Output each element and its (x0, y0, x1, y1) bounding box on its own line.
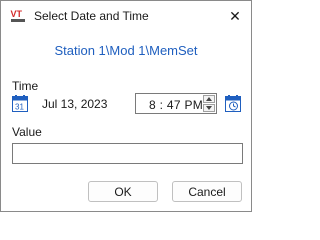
calendar-clock-icon[interactable] (225, 95, 241, 112)
time-value: 8 : 47 PM (149, 98, 204, 112)
value-label: Value (12, 125, 42, 139)
date-value[interactable]: Jul 13, 2023 (42, 97, 107, 111)
time-increment-button[interactable] (203, 95, 215, 103)
ok-button[interactable]: OK (88, 181, 158, 202)
tag-path-heading: Station 1\Mod 1\MemSet (54, 43, 198, 58)
close-button[interactable]: ✕ (219, 1, 251, 32)
dialog-window: VT Select Date and Time ✕ Station 1\Mod … (0, 0, 252, 212)
svg-text:VT: VT (11, 9, 23, 19)
calendar-icon[interactable]: 31 (12, 95, 28, 112)
time-decrement-button[interactable] (203, 104, 215, 112)
svg-text:31: 31 (15, 103, 24, 112)
window-title: Select Date and Time (34, 9, 149, 23)
chevron-up-icon (206, 97, 212, 101)
value-input[interactable] (12, 143, 243, 164)
vtscada-logo-icon: VT (10, 8, 26, 24)
close-icon: ✕ (229, 8, 241, 24)
time-label: Time (12, 79, 39, 93)
chevron-down-icon (206, 106, 212, 110)
title-bar[interactable]: VT Select Date and Time ✕ (1, 1, 251, 32)
time-field[interactable]: 8 : 47 PM (135, 93, 217, 114)
cancel-button[interactable]: Cancel (172, 181, 242, 202)
